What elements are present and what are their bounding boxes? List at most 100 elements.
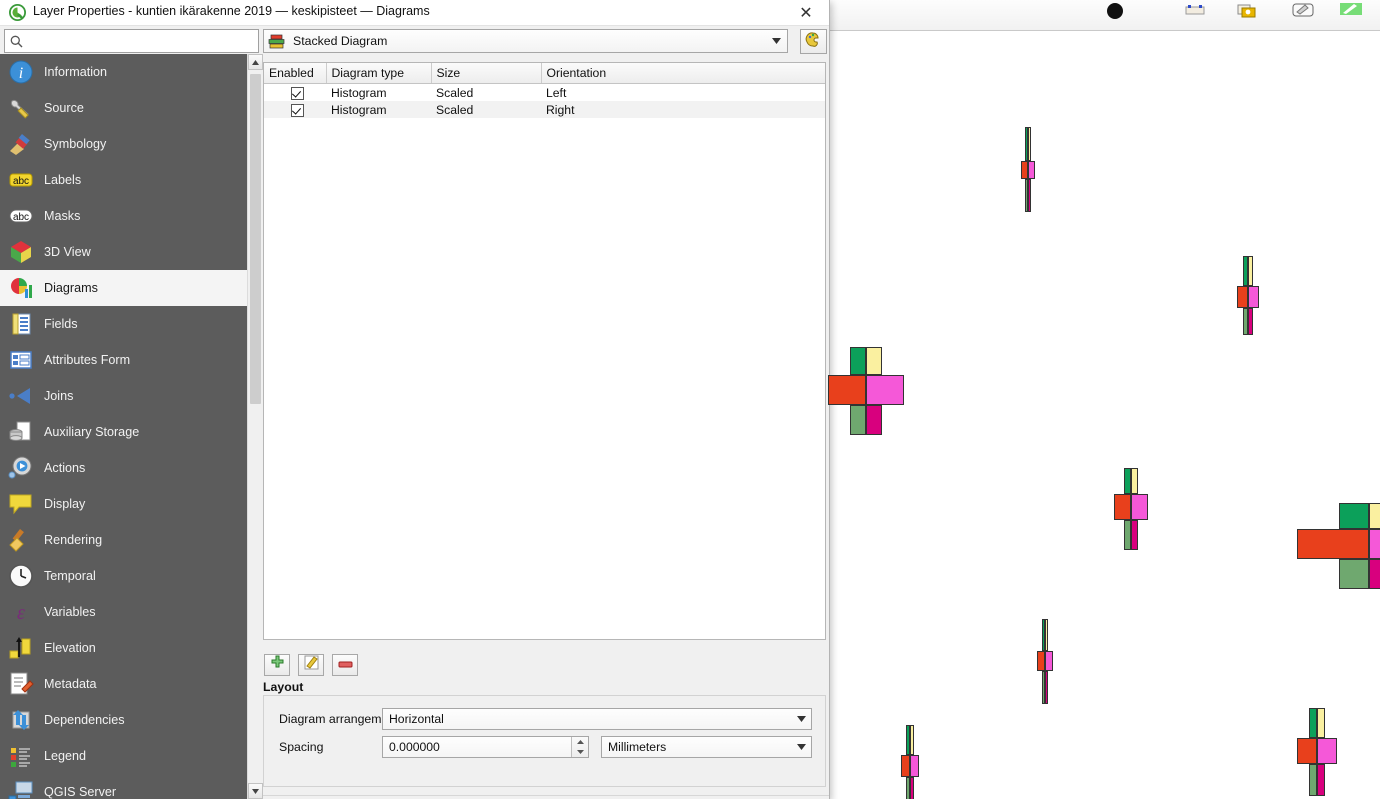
sidebar-item-temporal[interactable]: Temporal — [0, 558, 247, 594]
row-size: Scaled — [431, 101, 541, 118]
diagram-segment — [1131, 468, 1138, 494]
sidebar-item-3d-view[interactable]: 3D View — [0, 234, 247, 270]
dependencies-arrows-icon — [8, 707, 38, 733]
plus-icon — [270, 655, 285, 675]
chevron-down-icon[interactable] — [791, 716, 811, 722]
spacing-unit-combo[interactable]: Millimeters — [601, 736, 812, 758]
diagram-segment — [1045, 651, 1053, 671]
sidebar-item-label: Display — [44, 497, 86, 511]
layout-section-heading: Layout — [263, 680, 304, 694]
add-diagram-button[interactable] — [264, 654, 290, 676]
toolbar-icon-edit-tool[interactable] — [1291, 3, 1315, 27]
spacing-stepper[interactable] — [571, 737, 588, 757]
auxiliary-storage-icon — [8, 419, 38, 445]
rendering-broom-icon — [8, 527, 38, 553]
sidebar-item-joins[interactable]: Joins — [0, 378, 247, 414]
column-header-orientation[interactable]: Orientation — [541, 63, 825, 84]
diagram-symbol-5[interactable] — [1295, 503, 1380, 589]
column-header-diagram-type[interactable]: Diagram type — [326, 63, 432, 84]
sidebar-item-label: Elevation — [44, 641, 96, 655]
scrollbar-thumb[interactable] — [250, 74, 261, 404]
diagram-symbol-1[interactable] — [1019, 127, 1037, 212]
sidebar-item-dependencies[interactable]: Dependencies — [0, 702, 247, 738]
spacing-spinbox[interactable]: 0.000000 — [382, 736, 589, 758]
dialog-title: Layer Properties - kuntien ikärakenne 20… — [33, 4, 430, 18]
remove-diagram-button[interactable] — [332, 654, 358, 676]
toolbar-icon-green-pencil[interactable] — [1340, 3, 1364, 27]
scroll-down-icon[interactable] — [248, 783, 263, 799]
diagram-symbol-8[interactable] — [1295, 708, 1339, 796]
sidebar-item-information[interactable]: i Information — [0, 54, 247, 90]
qgis-server-icon — [8, 779, 38, 799]
toolbar-icon-label[interactable] — [1183, 3, 1207, 27]
sidebar-item-rendering[interactable]: Rendering — [0, 522, 247, 558]
diagram-segment — [1317, 738, 1337, 764]
sidebar-item-label: Auxiliary Storage — [44, 425, 140, 439]
actions-gear-icon — [8, 455, 38, 481]
stepper-up-icon[interactable] — [572, 737, 588, 747]
masks-abc-icon: abc — [8, 203, 38, 229]
sidebar-item-legend[interactable]: Legend — [0, 738, 247, 774]
settings-search-box[interactable] — [4, 29, 259, 53]
close-icon[interactable]: ✕ — [783, 0, 829, 25]
row-size: Scaled — [436, 85, 474, 100]
sidebar-item-elevation[interactable]: Elevation — [0, 630, 247, 666]
toolbar-icon-black-circle[interactable] — [1103, 3, 1127, 27]
sidebar-item-labels[interactable]: abc Labels — [0, 162, 247, 198]
search-input[interactable] — [27, 31, 258, 51]
checkbox-checked-icon[interactable] — [291, 86, 304, 100]
sidebar-item-attributes-form[interactable]: Attributes Form — [0, 342, 247, 378]
information-icon: i — [8, 59, 38, 85]
sidebar-item-label: Legend — [44, 749, 87, 763]
checkbox-checked-icon[interactable] — [291, 103, 304, 117]
diagram-symbol-4[interactable] — [1112, 468, 1150, 550]
scroll-up-icon[interactable] — [248, 54, 263, 70]
diagram-symbol-7[interactable] — [899, 725, 921, 799]
sidebar-item-qgis-server[interactable]: QGIS Server — [0, 774, 247, 799]
elevation-arrow-icon — [8, 635, 38, 661]
diagram-segment — [1369, 529, 1380, 559]
settings-sidebar[interactable]: i Information Source Symbology abc Label… — [0, 54, 247, 799]
diagram-arrangement-label: Diagram arrangement — [279, 712, 399, 726]
sidebar-item-auxiliary-storage[interactable]: Auxiliary Storage — [0, 414, 247, 450]
search-icon — [5, 35, 27, 48]
paint-effects-button[interactable] — [800, 29, 827, 54]
sidebar-item-diagrams[interactable]: Diagrams — [0, 270, 247, 306]
minus-icon — [338, 656, 353, 674]
table-row[interactable]: Histogram Scaled Right — [264, 101, 825, 118]
sidebar-item-metadata[interactable]: Metadata — [0, 666, 247, 702]
diagram-symbol-3[interactable] — [826, 347, 906, 435]
sidebar-item-source[interactable]: Source — [0, 90, 247, 126]
chevron-down-icon[interactable] — [765, 38, 787, 44]
diagram-symbol-2[interactable] — [1235, 256, 1261, 335]
sidebar-item-fields[interactable]: Fields — [0, 306, 247, 342]
diagram-segment — [828, 375, 866, 405]
sidebar-item-symbology[interactable]: Symbology — [0, 126, 247, 162]
table-row[interactable]: Histogram Scaled Left — [264, 84, 825, 102]
stepper-down-icon[interactable] — [572, 747, 588, 757]
sidebar-item-display[interactable]: Display — [0, 486, 247, 522]
svg-text:abc: abc — [13, 176, 29, 187]
diagram-arrangement-combo[interactable]: Horizontal — [382, 708, 812, 730]
sidebar-item-masks[interactable]: abc Masks — [0, 198, 247, 234]
row-enabled-checkbox[interactable] — [264, 101, 326, 118]
dialog-titlebar[interactable]: Layer Properties - kuntien ikärakenne 20… — [0, 0, 829, 26]
chevron-down-icon[interactable] — [791, 744, 811, 750]
qgis-logo-icon — [9, 4, 26, 21]
sidebar-item-label: Labels — [44, 173, 82, 187]
row-enabled-checkbox[interactable] — [264, 84, 326, 102]
diagram-table[interactable]: Enabled Diagram type Size Orientation Hi… — [263, 62, 826, 640]
sidebar-item-label: Joins — [44, 389, 74, 403]
diagram-segment — [1028, 161, 1035, 179]
diagram-segment — [1339, 503, 1369, 529]
column-header-size[interactable]: Size — [431, 63, 542, 84]
sidebar-item-variables[interactable]: ε Variables — [0, 594, 247, 630]
toolbar-icon-add-layer[interactable] — [1233, 3, 1257, 27]
sidebar-scrollbar[interactable] — [247, 54, 263, 799]
column-header-enabled[interactable]: Enabled — [264, 63, 327, 84]
edit-diagram-button[interactable] — [298, 654, 324, 676]
diagram-type-combo[interactable]: Stacked Diagram — [263, 29, 788, 53]
diagram-symbol-6[interactable] — [1035, 619, 1055, 704]
sidebar-item-actions[interactable]: Actions — [0, 450, 247, 486]
sidebar-item-label: Fields — [44, 317, 78, 331]
